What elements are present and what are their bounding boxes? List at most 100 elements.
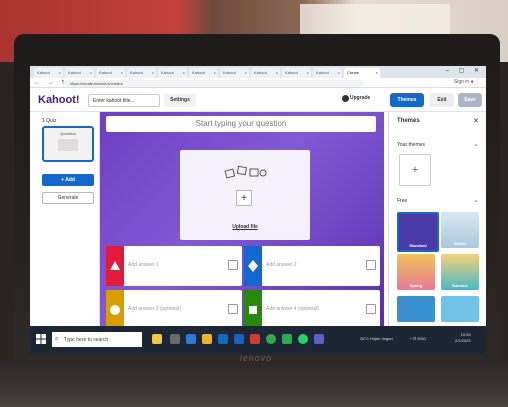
browser-address-bar: ← → ↻ https://create.kahoot.it/creator S… (30, 78, 486, 88)
close-tab-icon[interactable]: × (183, 70, 185, 75)
browser-profile[interactable]: Sign in ● ⋮ (454, 79, 480, 85)
themes-panel: Themes ✕ Your themes ⌄ + Free ⌄ Standard… (388, 112, 486, 326)
close-tab-icon[interactable]: × (307, 70, 309, 75)
answer-3-correct-checkbox[interactable] (228, 304, 238, 314)
answer-1[interactable]: Add answer 1 (106, 246, 242, 286)
taskbar-app-icon[interactable] (152, 334, 162, 344)
search-icon: ⌕ (55, 336, 59, 342)
system-tray[interactable]: ^ ⊡ ENG (410, 336, 426, 341)
file-explorer-icon[interactable] (202, 334, 212, 344)
square-icon (244, 290, 262, 330)
browser-tab[interactable]: Kahoot × (96, 68, 125, 78)
edge-icon[interactable] (186, 334, 196, 344)
upgrade-icon (342, 95, 349, 102)
powerpoint-icon[interactable] (250, 334, 260, 344)
question-input[interactable]: Start typing your question (106, 116, 376, 132)
slide-thumbnail[interactable]: Question (42, 126, 94, 162)
window-controls[interactable]: – ▢ ✕ (446, 67, 483, 74)
close-tab-icon[interactable]: × (276, 70, 278, 75)
url-field[interactable]: https://create.kahoot.it/creator (64, 80, 364, 87)
circle-icon (106, 290, 124, 330)
exit-button[interactable]: Exit (430, 93, 454, 107)
add-question-button[interactable]: + Add (42, 174, 94, 186)
close-tab-icon[interactable]: × (214, 70, 216, 75)
themes-panel-title: Themes (397, 118, 420, 124)
windows-start-icon[interactable] (36, 334, 46, 344)
browser-tab[interactable]: Create × (344, 68, 380, 78)
add-theme-button[interactable]: + (399, 154, 431, 186)
browser-tab[interactable]: Kahoot × (127, 68, 156, 78)
kahoot-title-input[interactable]: Enter kahoot title... (88, 94, 160, 107)
close-tab-icon[interactable]: × (245, 70, 247, 75)
kahoot-logo[interactable]: Kahoot! (38, 94, 80, 106)
question-canvas: Start typing your question + Upload file… (100, 112, 384, 330)
teams-icon[interactable] (314, 334, 324, 344)
upload-file-link[interactable]: Upload file (180, 224, 310, 230)
theme-name: Standard (409, 243, 427, 248)
taskbar-search-input[interactable]: Type here to search (52, 332, 142, 347)
answer-4-correct-checkbox[interactable] (366, 304, 376, 314)
upgrade-button[interactable]: Upgrade (350, 95, 370, 101)
answer-1-correct-checkbox[interactable] (228, 260, 238, 270)
generate-button[interactable]: Generate (42, 192, 94, 204)
free-themes-label: Free (397, 198, 408, 204)
theme-standard[interactable]: Standard (397, 212, 439, 252)
close-tab-icon[interactable]: × (59, 70, 61, 75)
answer-3[interactable]: Add answer 3 (optional) (106, 290, 242, 330)
chrome-icon[interactable] (266, 334, 276, 344)
taskbar-clock[interactable]: 10:55 2/1/2023 (455, 332, 471, 344)
slide-thumbnail-title: Question (59, 131, 76, 136)
slide-number-label: 1 Quiz (42, 118, 57, 124)
browser-tab[interactable]: Kahoot × (220, 68, 249, 78)
browser-tab-label: Kahoot (192, 70, 205, 75)
clock-date: 2/1/2023 (455, 338, 471, 343)
browser-tab[interactable]: Kahoot × (313, 68, 342, 78)
browser-tab-label: Kahoot (223, 70, 236, 75)
settings-button[interactable]: Settings (164, 94, 196, 107)
word-icon[interactable] (234, 334, 244, 344)
triangle-icon (106, 246, 124, 286)
browser-tab[interactable]: Kahoot × (34, 68, 63, 78)
theme-name: Winter (453, 241, 467, 246)
whatsapp-icon[interactable] (298, 334, 308, 344)
store-icon[interactable] (218, 334, 228, 344)
browser-tab-label: Create (347, 70, 360, 75)
answer-2-correct-checkbox[interactable] (366, 260, 376, 270)
theme-winter[interactable]: Winter (441, 212, 479, 248)
browser-tab-label: Kahoot (68, 70, 81, 75)
slides-sidebar: 1 Quiz Question + Add Generate (30, 112, 100, 326)
browser-tab-label: Kahoot (316, 70, 329, 75)
theme-summer[interactable]: Summer (441, 254, 479, 290)
slide-thumbnail-image (58, 139, 78, 151)
browser-tab[interactable]: Kahoot × (251, 68, 280, 78)
windows-taskbar: Type here to search ⌕ 28°C Hujan ringan … (30, 326, 486, 354)
close-tab-icon[interactable]: × (376, 70, 378, 75)
close-tab-icon[interactable]: × (121, 70, 123, 75)
answer-2[interactable]: Add answer 2 (244, 246, 380, 286)
theme-tile[interactable] (397, 296, 435, 322)
answer-4[interactable]: Add answer 4 (optional) (244, 290, 380, 330)
browser-tab[interactable]: Kahoot × (282, 68, 311, 78)
excel-icon[interactable] (282, 334, 292, 344)
chevron-down-icon[interactable]: ⌄ (473, 196, 479, 204)
browser-tab[interactable]: Kahoot × (158, 68, 187, 78)
add-media-button[interactable]: + (236, 190, 252, 206)
browser-tab-label: Kahoot (285, 70, 298, 75)
close-tab-icon[interactable]: × (338, 70, 340, 75)
themes-button[interactable]: Themes (390, 93, 424, 107)
theme-tile[interactable] (441, 296, 479, 322)
save-button[interactable]: Save (458, 93, 482, 107)
chevron-down-icon[interactable]: ⌄ (473, 140, 479, 148)
answer-2-label: Add answer 2 (266, 262, 297, 268)
weather-widget[interactable]: 28°C Hujan ringan (360, 336, 393, 341)
browser-tab[interactable]: Kahoot × (65, 68, 94, 78)
kahoot-header: Kahoot! Enter kahoot title... Settings U… (30, 88, 486, 112)
media-upload-area[interactable]: + Upload file (180, 150, 310, 240)
answer-4-label: Add answer 4 (optional) (266, 306, 319, 312)
browser-tab[interactable]: Kahoot × (189, 68, 218, 78)
close-icon[interactable]: ✕ (473, 117, 479, 125)
close-tab-icon[interactable]: × (90, 70, 92, 75)
close-tab-icon[interactable]: × (152, 70, 154, 75)
theme-spring[interactable]: Spring (397, 254, 435, 290)
task-view-icon[interactable] (170, 334, 180, 344)
